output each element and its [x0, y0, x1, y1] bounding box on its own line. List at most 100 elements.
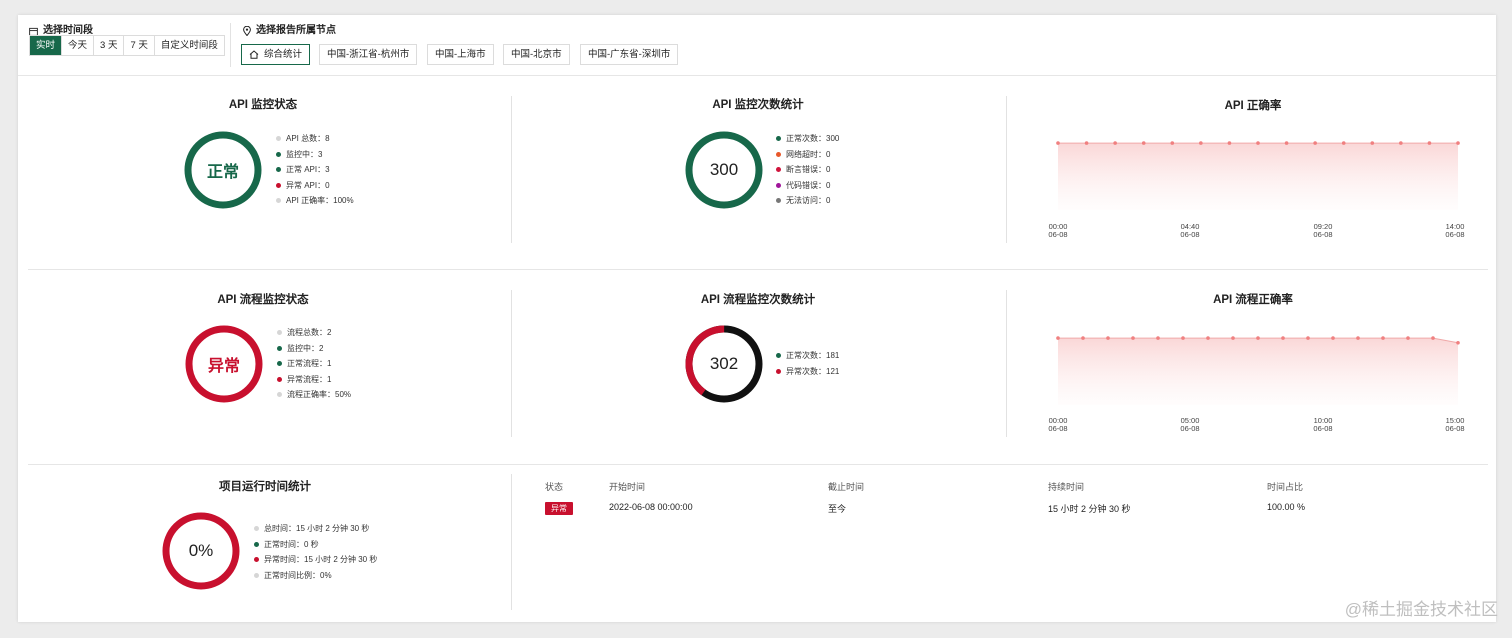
time-option-realtime[interactable]: 实时 [30, 36, 63, 55]
runtime-legend: 总时间：15 小时 2 分钟 30 秒 正常时间：0 秒 异常时间：15 小时 … [254, 521, 377, 583]
time-option-today[interactable]: 今天 [62, 36, 95, 55]
legend-text: 正常时间：0 秒 [264, 539, 319, 549]
legend-item: 异常 API：0 [276, 178, 354, 194]
api-count-value: 300 [709, 160, 739, 179]
area-fill [1058, 143, 1458, 210]
data-point [1181, 336, 1185, 340]
legend-item: 异常次数：121 [776, 364, 839, 380]
table-header-end: 截止时间 [828, 482, 865, 492]
data-point [1284, 141, 1289, 145]
node-button-overall[interactable]: 综合统计 [241, 44, 311, 65]
legend-item: API 总数：8 [276, 131, 354, 147]
dashboard-card: 选择时间段 实时 今天 3 天 7 天 自定义时间段 选择报告所属节点 综合统计… [18, 15, 1496, 622]
data-point [1456, 340, 1460, 345]
legend-text: 网络超时：0 [786, 149, 831, 159]
filter-bar: 选择时间段 实时 今天 3 天 7 天 自定义时间段 选择报告所属节点 综合统计… [18, 15, 1496, 76]
data-point [1231, 336, 1235, 340]
legend-item: 正常流程：1 [277, 356, 351, 372]
section-divider-2 [28, 464, 1488, 465]
node-button-shanghai[interactable]: 中国-上海市 [427, 44, 494, 65]
table-cell-end: 至今 [828, 504, 847, 514]
legend-item: 断言错误：0 [776, 162, 839, 178]
watermark: @稀土掘金技术社区 [1344, 600, 1498, 619]
data-point [1113, 141, 1117, 145]
data-point [1406, 336, 1410, 340]
area-fill [1058, 338, 1458, 405]
legend-text: API 正确率：100% [286, 196, 354, 206]
legend-item: 异常流程：1 [277, 372, 351, 388]
legend-item: 监控中：2 [277, 341, 351, 357]
data-point [1341, 141, 1346, 145]
time-option-3days[interactable]: 3 天 [94, 36, 125, 55]
legend-item: 正常次数：300 [776, 131, 839, 147]
flow-count-title: API 流程监控次数统计 [700, 294, 816, 306]
node-filter-group: 选择报告所属节点 [243, 24, 336, 38]
legend-item: API 正确率：100% [276, 193, 354, 209]
legend-item: 异常时间：15 小时 2 分钟 30 秒 [254, 552, 377, 568]
legend-text: 正常流程：1 [287, 359, 332, 369]
legend-text: 正常次数：300 [786, 134, 840, 144]
data-point [1281, 336, 1285, 340]
legend-item: 监控中：3 [276, 147, 354, 163]
table-cell-duration: 15 小时 2 分钟 30 秒 [1048, 504, 1131, 514]
column-divider [511, 474, 512, 610]
location-pin-icon [243, 26, 251, 36]
column-divider [511, 290, 512, 437]
api-accuracy-chart [1056, 141, 1460, 210]
data-point [1199, 141, 1203, 145]
data-point [1106, 336, 1110, 340]
data-point [1356, 336, 1360, 340]
data-point [1431, 336, 1435, 340]
data-point [1427, 141, 1432, 145]
runtime-ring: 0% [161, 511, 241, 591]
data-point [1081, 336, 1085, 340]
legend-text: 总时间：15 小时 2 分钟 30 秒 [264, 524, 370, 534]
data-point [1399, 141, 1403, 145]
section-divider-1 [28, 269, 1488, 270]
data-point [1170, 141, 1175, 145]
flow-count-value: 302 [709, 354, 739, 373]
data-point [1256, 336, 1260, 340]
legend-text: 异常时间：15 小时 2 分钟 30 秒 [264, 555, 378, 565]
x-tick: 15:00 06-08 [1445, 416, 1465, 433]
legend-text: 正常 API：3 [286, 165, 330, 175]
legend-text: 异常次数：121 [786, 366, 840, 376]
legend-text: 监控中：2 [287, 343, 324, 353]
api-status-ring: 正常 [183, 130, 263, 210]
legend-text: API 总数：8 [286, 134, 330, 144]
time-option-7days[interactable]: 7 天 [124, 36, 155, 55]
legend-item: 流程正确率：50% [277, 387, 351, 403]
data-point [1456, 141, 1460, 145]
flow-accuracy-title: API 流程正确率 [1213, 294, 1293, 306]
api-count-ring: 300 [684, 130, 764, 210]
filter-divider [230, 23, 231, 67]
time-option-custom[interactable]: 自定义时间段 [155, 36, 224, 55]
legend-text: 流程总数：2 [287, 328, 332, 338]
node-button-beijing[interactable]: 中国-北京市 [503, 44, 570, 65]
data-point [1227, 141, 1232, 145]
node-button-shenzhen[interactable]: 中国-广东省-深圳市 [580, 44, 679, 65]
data-point [1131, 336, 1135, 340]
legend-item: 无法访问：0 [776, 193, 839, 209]
x-tick: 04:40 06-08 [1180, 222, 1200, 239]
legend-item: 流程总数：2 [277, 325, 351, 341]
legend-text: 断言错误：0 [786, 165, 831, 175]
flow-status-value: 异常 [207, 358, 240, 375]
data-point [1084, 141, 1089, 145]
data-point [1056, 141, 1060, 145]
x-tick: 14:00 06-08 [1445, 222, 1465, 239]
legend-item: 代码错误：0 [776, 178, 839, 194]
table-cell-start: 2022-06-08 00:00:00 [609, 502, 693, 512]
data-point [1313, 141, 1317, 145]
node-button-hangzhou[interactable]: 中国-浙江省-杭州市 [319, 44, 418, 65]
table-header-ratio: 时间占比 [1267, 482, 1304, 492]
table-header-start: 开始时间 [609, 482, 646, 492]
column-divider [1006, 290, 1007, 437]
data-point [1206, 336, 1210, 340]
api-count-legend: 正常次数：300 网络超时：0 断言错误：0 代码错误：0 无法访问：0 [776, 131, 839, 209]
legend-item: 网络超时：0 [776, 147, 839, 163]
status-badge: 异常 [545, 502, 573, 515]
column-divider [1006, 96, 1007, 243]
data-point [1306, 336, 1310, 340]
api-status-legend: API 总数：8 监控中：3 正常 API：3 异常 API：0 API 正确率… [276, 131, 354, 209]
